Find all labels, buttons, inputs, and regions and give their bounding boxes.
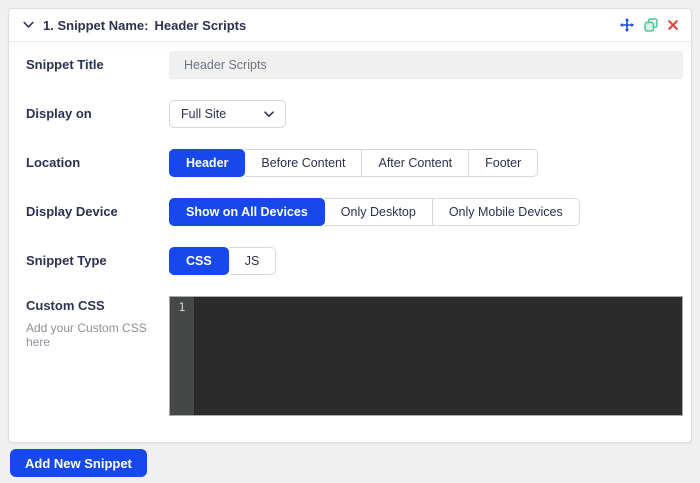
code-input-area[interactable]: [195, 297, 682, 415]
custom-css-hint: Add your Custom CSS here: [26, 321, 169, 350]
snippet-title-label: Snippet Title: [26, 51, 169, 79]
custom-css-row: Custom CSS Add your Custom CSS here 1: [26, 296, 683, 416]
display-device-row: Display Device Show on All Devices Only …: [26, 198, 683, 226]
display-device-button-group: Show on All Devices Only Desktop Only Mo…: [169, 198, 580, 226]
snippet-panel-body: Snippet Title Display on Full Site Locat…: [9, 42, 691, 416]
snippet-title-row: Snippet Title: [26, 51, 683, 79]
location-button-group: Header Before Content After Content Foot…: [169, 149, 538, 177]
type-option-css[interactable]: CSS: [169, 247, 229, 275]
snippet-panel-header[interactable]: 1. Snippet Name: Header Scripts: [9, 9, 691, 42]
snippet-type-button-group: CSS JS: [169, 247, 276, 275]
line-number-gutter: 1: [170, 297, 195, 415]
location-option-footer[interactable]: Footer: [469, 149, 538, 177]
custom-css-label-block: Custom CSS Add your Custom CSS here: [26, 296, 169, 349]
snippet-type-row: Snippet Type CSS JS: [26, 247, 683, 275]
snippet-type-label: Snippet Type: [26, 247, 169, 275]
display-on-selected-value: Full Site: [181, 107, 226, 121]
location-row: Location Header Before Content After Con…: [26, 149, 683, 177]
duplicate-icon[interactable]: [644, 18, 658, 32]
snippet-panel-title: 1. Snippet Name: Header Scripts: [43, 18, 246, 33]
snippet-header-actions: [620, 18, 678, 32]
display-on-label: Display on: [26, 100, 169, 128]
add-new-snippet-button[interactable]: Add New Snippet: [10, 449, 147, 477]
display-device-label: Display Device: [26, 198, 169, 226]
chevron-down-icon[interactable]: [23, 21, 34, 29]
snippet-title-input[interactable]: [169, 51, 683, 79]
snippet-panel: 1. Snippet Name: Header Scripts Snippet T…: [8, 8, 692, 443]
snippet-number-label: 1. Snippet Name:: [43, 18, 148, 33]
location-option-header[interactable]: Header: [169, 149, 245, 177]
chevron-down-icon: [264, 107, 274, 121]
display-on-select[interactable]: Full Site: [169, 100, 286, 128]
delete-icon[interactable]: [668, 20, 678, 30]
location-option-before-content[interactable]: Before Content: [245, 149, 362, 177]
custom-css-editor[interactable]: 1: [169, 296, 683, 416]
device-option-all-devices[interactable]: Show on All Devices: [169, 198, 325, 226]
type-option-js[interactable]: JS: [229, 247, 277, 275]
custom-css-label: Custom CSS: [26, 296, 169, 314]
location-option-after-content[interactable]: After Content: [362, 149, 469, 177]
move-icon[interactable]: [620, 18, 634, 32]
device-option-only-desktop[interactable]: Only Desktop: [325, 198, 433, 226]
device-option-only-mobile[interactable]: Only Mobile Devices: [433, 198, 580, 226]
display-on-row: Display on Full Site: [26, 100, 683, 128]
snippet-name-value: Header Scripts: [154, 18, 246, 33]
line-number: 1: [179, 300, 186, 314]
location-label: Location: [26, 149, 169, 177]
